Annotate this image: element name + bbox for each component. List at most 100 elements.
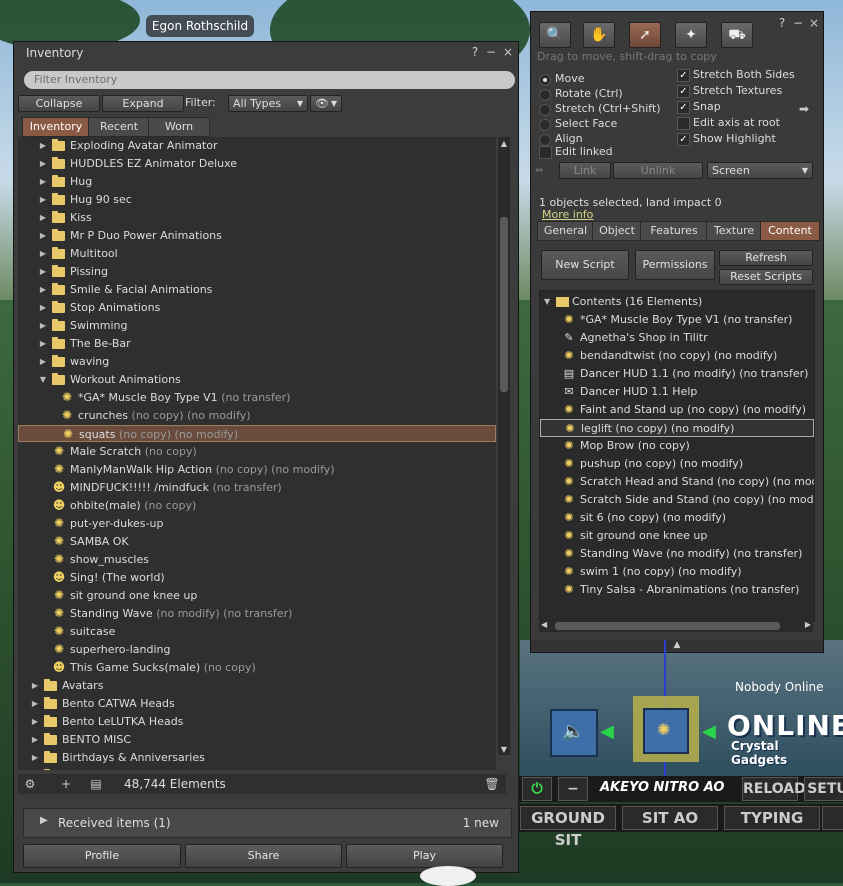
chevron-right-icon[interactable]: ▶ <box>38 281 48 298</box>
inventory-scrollbar[interactable]: ▲ ▼ <box>498 137 510 755</box>
tree-folder[interactable]: ▶ Swimming <box>18 317 496 334</box>
tree-item[interactable]: ✺ crunches (no copy) (no modify) <box>18 407 496 424</box>
chevron-right-icon[interactable]: ▶ <box>30 695 40 712</box>
sit-ao-button[interactable]: SIT AO <box>622 806 718 830</box>
content-item[interactable]: ✺ bendandtwist (no copy) (no modify) <box>540 347 814 365</box>
tree-folder[interactable]: ▶ waving <box>18 353 496 370</box>
tree-item[interactable]: ✺ Standing Wave (no modify) (no transfer) <box>18 605 496 622</box>
content-item[interactable]: ✺ Standing Wave (no modify) (no transfer) <box>540 545 814 563</box>
setup-button[interactable]: SETU <box>804 777 843 801</box>
tree-folder[interactable]: ▶ Birthdays & Anniversaries <box>18 749 496 766</box>
expand-button[interactable]: Expand <box>102 95 184 112</box>
mode-radio[interactable] <box>539 89 551 101</box>
close-icon[interactable]: × <box>501 45 515 59</box>
tree-folder[interactable]: ▶ Bento CATWA Heads <box>18 695 496 712</box>
ao-minimize-button[interactable]: − <box>558 777 588 801</box>
tree-item[interactable]: ✺ squats (no copy) (no modify) <box>18 425 496 442</box>
content-item[interactable]: ✺ swim 1 (no copy) (no modify) <box>540 563 814 581</box>
inventory-tree[interactable]: ▶ Exploding Avatar Animator ▶ HUDDLES EZ An… <box>18 137 496 770</box>
tree-item[interactable]: ✺ ManlyManWalk Hip Action (no copy) (no m… <box>18 461 496 478</box>
trash-icon[interactable]: 🗑 <box>484 776 500 792</box>
chevron-right-icon[interactable]: ▶ <box>30 713 40 730</box>
edit-tool-button[interactable]: ➚ <box>629 22 661 48</box>
tree-folder[interactable]: ▶ Body Parts <box>18 767 496 770</box>
ao-power-button[interactable]: ⏻ <box>522 777 552 801</box>
mode-radio[interactable] <box>539 119 551 131</box>
scroll-right-icon[interactable]: ▶ <box>805 620 811 629</box>
tree-item[interactable]: ✺ SAMBA OK <box>18 533 496 550</box>
content-item[interactable]: ✺ Tiny Salsa - Abranimations (no transfer… <box>540 581 814 599</box>
minimize-icon[interactable]: − <box>791 16 805 30</box>
tree-item[interactable]: ☻ ohbite(male) (no copy) <box>18 497 496 514</box>
option-checkbox[interactable]: ✓ <box>677 101 690 114</box>
chevron-right-icon[interactable]: ▶ <box>38 227 48 244</box>
tab-content[interactable]: Content <box>760 221 820 241</box>
tree-folder[interactable]: ▶ HUDDLES EZ Animator Deluxe <box>18 155 496 172</box>
reset-scripts-button[interactable]: Reset Scripts <box>719 269 813 285</box>
content-item[interactable]: ✉ Dancer HUD 1.1 Help <box>540 383 814 401</box>
ao-extra-button[interactable] <box>822 806 843 830</box>
tree-item[interactable]: ✺ *GA* Muscle Boy Type V1 (no transfer) <box>18 389 496 406</box>
new-script-button[interactable]: New Script <box>541 250 629 280</box>
play-button[interactable]: Play <box>346 844 503 868</box>
chevron-right-icon[interactable]: ▶ <box>30 749 40 766</box>
tree-folder[interactable]: ▼ Workout Animations <box>18 371 496 388</box>
tree-folder[interactable]: ▶ Multitool <box>18 245 496 262</box>
tab-object[interactable]: Object <box>592 221 642 241</box>
tree-item[interactable]: ✺ suitcase <box>18 623 496 640</box>
tree-folder[interactable]: ▶ Exploding Avatar Animator <box>18 137 496 154</box>
content-item[interactable]: ✺ sit 6 (no copy) (no modify) <box>540 509 814 527</box>
option-checkbox[interactable]: ✓ <box>677 85 690 98</box>
mode-radio[interactable] <box>539 134 551 146</box>
tree-folder[interactable]: ▶ Bento LeLUTKA Heads <box>18 713 496 730</box>
chevron-right-icon[interactable]: ▶ <box>38 137 48 154</box>
scroll-up-icon[interactable]: ▲ <box>498 139 510 149</box>
chevron-down-icon[interactable]: ▼ <box>38 371 48 388</box>
view-options-dropdown[interactable]: 👁 ▼ <box>310 95 342 112</box>
contents-root-folder[interactable]: ▼ Contents (16 Elements) <box>540 293 814 311</box>
hud-speaker-button[interactable]: 🔈 <box>550 709 598 757</box>
chevron-right-icon[interactable]: ▶ <box>38 263 48 280</box>
tab-inventory[interactable]: Inventory <box>22 117 90 137</box>
content-item[interactable]: ✺ pushup (no copy) (no modify) <box>540 455 814 473</box>
tree-item[interactable]: ☻ MINDFUCK!!!!! /mindfuck (no transfer) <box>18 479 496 496</box>
tab-general[interactable]: General <box>537 221 594 241</box>
refresh-button[interactable]: Refresh <box>719 250 813 266</box>
chevron-right-icon[interactable]: ▶ <box>38 209 48 226</box>
mode-radio[interactable] <box>539 74 551 86</box>
tree-folder[interactable]: ▶ Hug 90 sec <box>18 191 496 208</box>
chevron-right-icon[interactable]: ▶ <box>30 767 40 770</box>
received-items-panel[interactable]: ▶ Received items (1) 1 new <box>23 808 512 838</box>
tree-item[interactable]: ☻ Sing! (The world) <box>18 569 496 586</box>
tree-folder[interactable]: ▶ The Be-Bar <box>18 335 496 352</box>
tree-folder[interactable]: ▶ Kiss <box>18 209 496 226</box>
permissions-button[interactable]: Permissions <box>635 250 715 280</box>
link-button[interactable]: Link <box>559 162 611 179</box>
reload-button[interactable]: RELOAD <box>742 777 806 801</box>
filter-type-dropdown[interactable]: All Types ▼ <box>228 95 308 112</box>
tree-folder[interactable]: ▶ Smile & Facial Animations <box>18 281 496 298</box>
avatar-nametag[interactable]: Egon Rothschild <box>146 15 254 37</box>
chevron-right-icon[interactable]: ▶ <box>38 191 48 208</box>
hud-animation-button[interactable]: ✺ <box>643 708 689 754</box>
tree-item[interactable]: ✺ put-yer-dukes-up <box>18 515 496 532</box>
content-item[interactable]: ✺ Scratch Head and Stand (no copy) (no mo… <box>540 473 814 491</box>
object-contents-list[interactable]: ▼ Contents (16 Elements) ✺ *GA* Muscle Boy … <box>539 290 815 622</box>
chevron-right-icon[interactable]: ▶ <box>38 173 48 190</box>
contents-horizontal-scrollbar[interactable]: ◀ ▶ <box>539 620 813 632</box>
content-item[interactable]: ✺ leglift (no copy) (no modify) <box>540 419 814 437</box>
minimize-icon[interactable]: − <box>484 45 498 59</box>
tab-features[interactable]: Features <box>640 221 708 241</box>
scroll-down-icon[interactable]: ▼ <box>498 745 510 755</box>
ground-sit-button[interactable]: GROUND SIT <box>520 806 616 849</box>
land-tool-button[interactable]: ⛟ <box>721 22 753 48</box>
arrow-right-icon[interactable]: ➡ <box>799 102 809 116</box>
tree-folder[interactable]: ▶ Hug <box>18 173 496 190</box>
tab-worn[interactable]: Worn <box>148 117 210 137</box>
inventory-titlebar[interactable]: Inventory ? − × <box>14 42 518 64</box>
mode-radio[interactable] <box>539 104 551 116</box>
content-item[interactable]: ✎ Agnetha's Shop in Tilitr <box>540 329 814 347</box>
clipboard-icon[interactable]: ▤ <box>88 776 104 792</box>
chevron-right-icon[interactable]: ▶ <box>38 353 48 370</box>
typing-button[interactable]: TYPING <box>724 806 820 830</box>
